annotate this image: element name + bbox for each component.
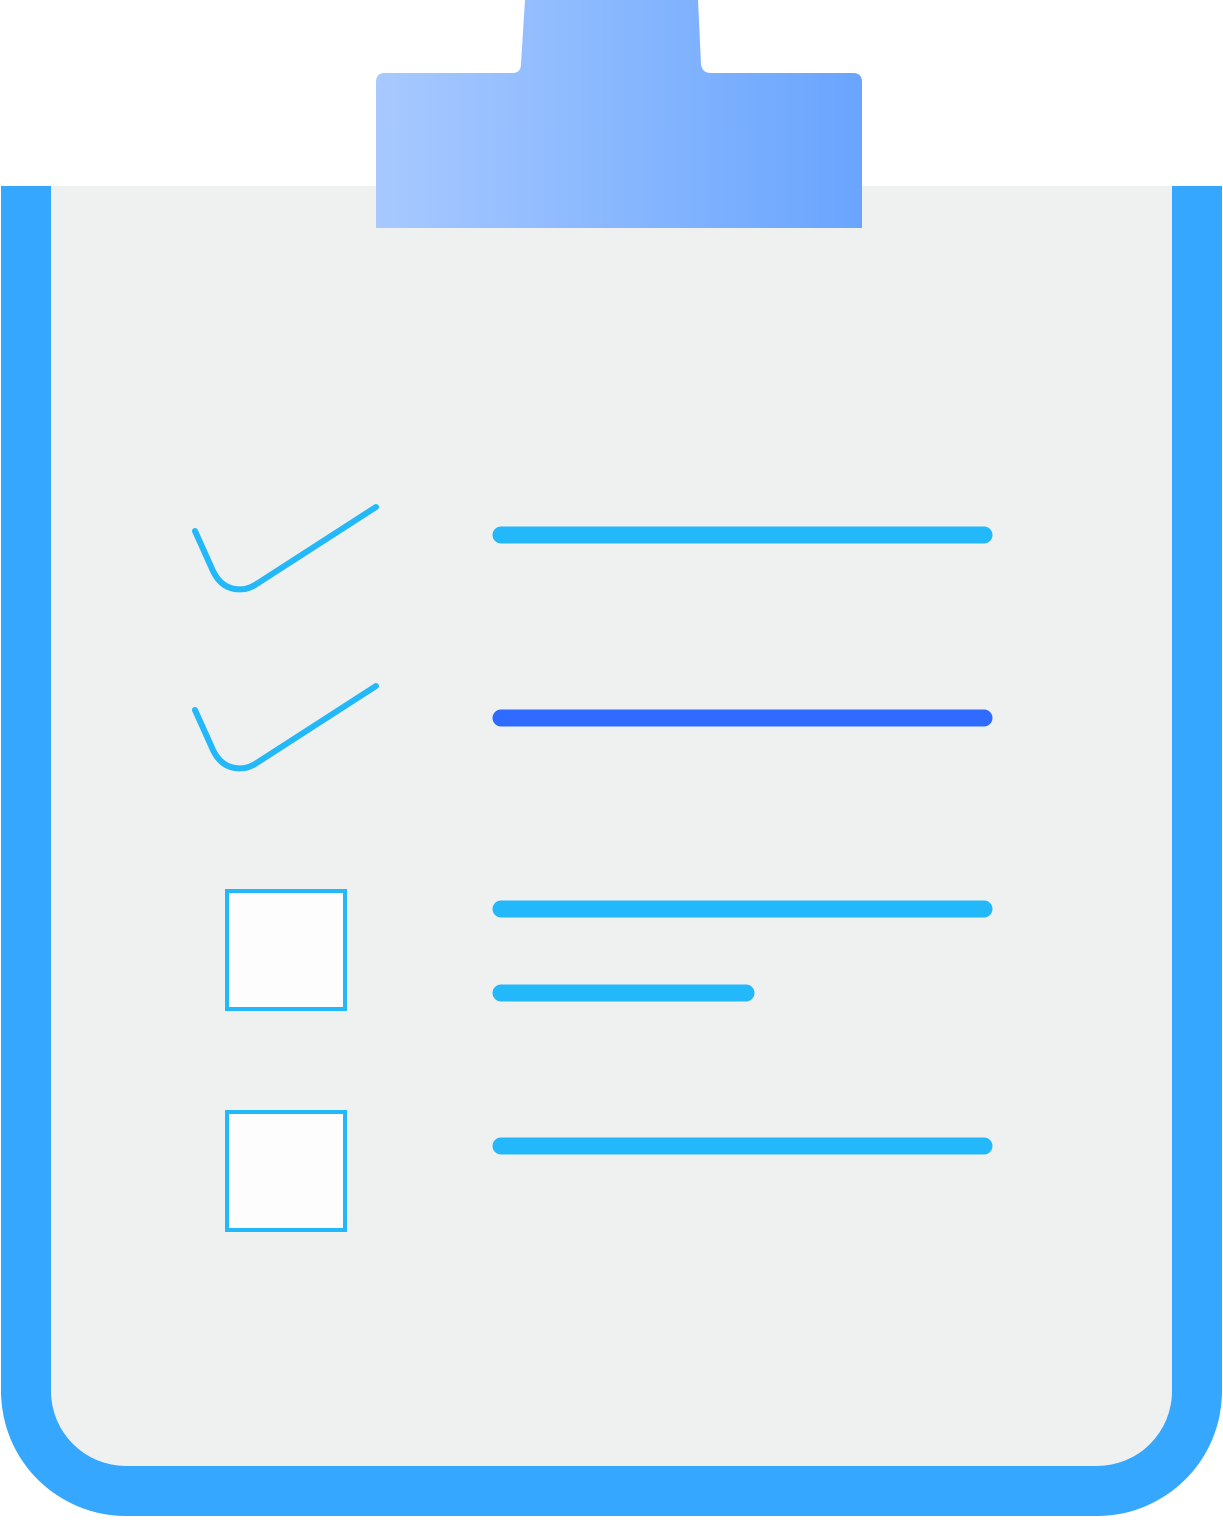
clipboard-checklist-illustration <box>0 0 1223 1517</box>
paper-sheet <box>51 186 1172 1466</box>
empty-checkbox-icon <box>225 889 347 1011</box>
clipboard-svg <box>1 0 1222 1516</box>
clip-icon <box>376 0 862 228</box>
empty-checkbox-icon <box>225 1110 347 1232</box>
